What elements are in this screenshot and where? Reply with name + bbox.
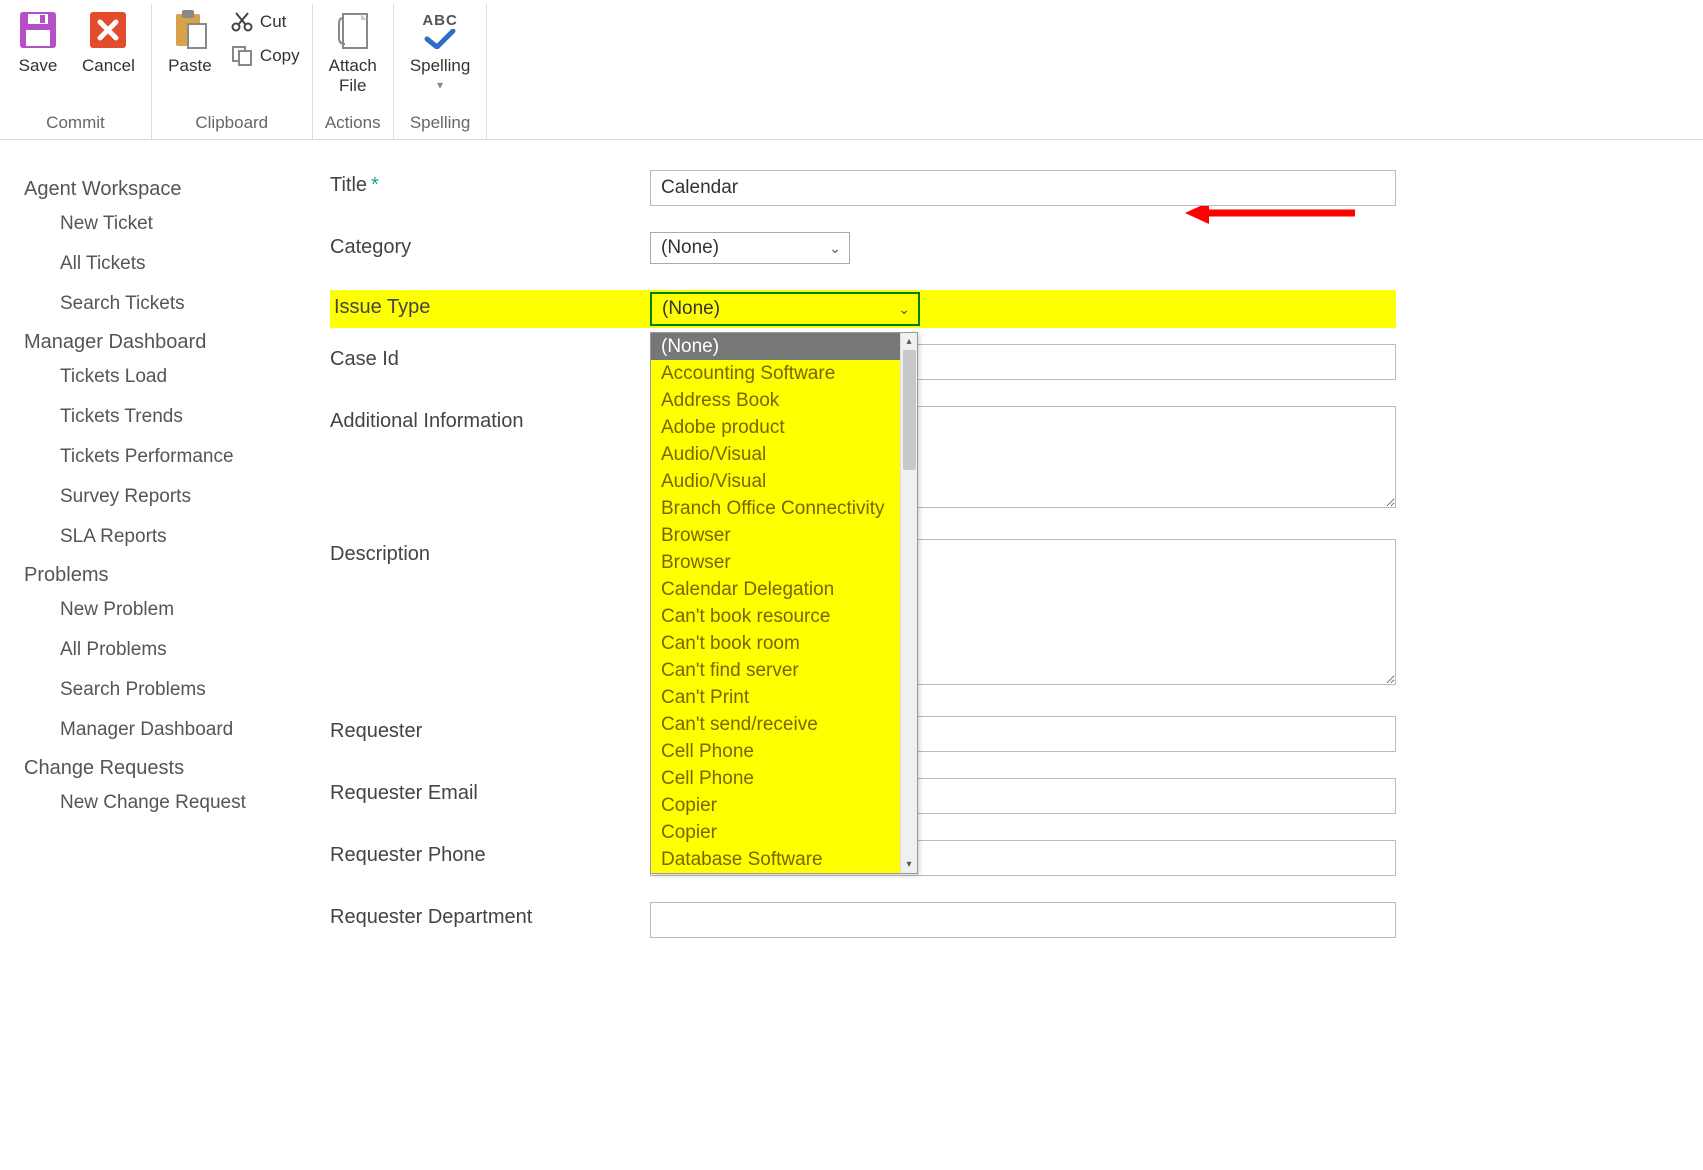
paste-icon	[168, 8, 212, 52]
dropdown-option[interactable]: Cell Phone	[651, 765, 917, 792]
ribbon-group-spelling: ABC Spelling ▾ Spelling	[394, 4, 488, 139]
label-description: Description	[330, 539, 650, 566]
ribbon-group-commit: Save Cancel Commit	[0, 4, 152, 139]
dropdown-option[interactable]: Adobe product	[651, 414, 917, 441]
nav-item-all-tickets[interactable]: All Tickets	[24, 247, 310, 281]
nav-item-sla-reports[interactable]: SLA Reports	[24, 520, 310, 554]
nav-item-search-tickets[interactable]: Search Tickets	[24, 287, 310, 321]
nav-item-tickets-trends[interactable]: Tickets Trends	[24, 400, 310, 434]
form-area: Title* Category (None) ⌄ Issue Type (Non…	[320, 140, 1420, 938]
dropdown-option[interactable]: Calendar Delegation	[651, 576, 917, 603]
label-requester: Requester	[330, 716, 650, 743]
select-category[interactable]: (None) ⌄	[650, 232, 850, 264]
ribbon-toolbar: Save Cancel Commit Paste	[0, 0, 1703, 140]
nav-item-tickets-load[interactable]: Tickets Load	[24, 360, 310, 394]
save-icon	[16, 8, 60, 52]
cancel-button[interactable]: Cancel	[74, 4, 143, 76]
ribbon-group-actions-label: Actions	[321, 109, 385, 135]
attach-file-icon	[331, 8, 375, 52]
sidebar-nav: Agent Workspace New Ticket All Tickets S…	[0, 140, 320, 938]
chevron-down-icon: ⌄	[829, 240, 841, 257]
dropdown-option[interactable]: Can't book resource	[651, 603, 917, 630]
scroll-down-icon[interactable]: ▾	[901, 856, 917, 873]
label-additional-info: Additional Information	[330, 406, 650, 433]
label-requester-email: Requester Email	[330, 778, 650, 805]
spelling-dropdown-caret[interactable]: ▾	[437, 78, 443, 92]
dropdown-option[interactable]: Browser	[651, 549, 917, 576]
dropdown-option[interactable]: Can't send/receive	[651, 711, 917, 738]
ribbon-group-actions: Attach File Actions	[313, 4, 394, 139]
select-issue-type[interactable]: (None) ⌄	[650, 292, 920, 326]
dropdown-option[interactable]: (None)	[651, 333, 917, 360]
input-title[interactable]	[650, 170, 1396, 206]
cut-icon	[230, 10, 254, 34]
dropdown-option[interactable]: Cell Phone	[651, 738, 917, 765]
nav-item-new-change-request[interactable]: New Change Request	[24, 786, 310, 820]
ribbon-group-commit-label: Commit	[8, 109, 143, 135]
dropdown-option[interactable]: Address Book	[651, 387, 917, 414]
nav-section-agent-workspace[interactable]: Agent Workspace	[24, 178, 310, 201]
nav-item-new-ticket[interactable]: New Ticket	[24, 207, 310, 241]
dropdown-option[interactable]: Audio/Visual	[651, 441, 917, 468]
attach-file-button[interactable]: Attach File	[321, 4, 385, 95]
dropdown-option[interactable]: Database Software	[651, 846, 917, 873]
nav-item-tickets-performance[interactable]: Tickets Performance	[24, 440, 310, 474]
nav-item-all-problems[interactable]: All Problems	[24, 633, 310, 667]
nav-item-search-problems[interactable]: Search Problems	[24, 673, 310, 707]
spelling-button[interactable]: ABC Spelling ▾	[402, 4, 479, 92]
ribbon-group-clipboard: Paste Cut Copy Clipboard	[152, 4, 313, 139]
dropdown-option[interactable]: Audio/Visual	[651, 468, 917, 495]
nav-section-manager-dashboard[interactable]: Manager Dashboard	[24, 331, 310, 354]
dropdown-option[interactable]: Can't find server	[651, 657, 917, 684]
copy-icon	[230, 44, 254, 68]
scroll-thumb[interactable]	[903, 350, 916, 470]
dropdown-option[interactable]: Can't book room	[651, 630, 917, 657]
copy-button[interactable]: Copy	[226, 42, 304, 70]
dropdown-option[interactable]: Copier	[651, 819, 917, 846]
dropdown-option[interactable]: Branch Office Connectivity	[651, 495, 917, 522]
spelling-icon: ABC	[418, 8, 462, 52]
label-category: Category	[330, 232, 650, 259]
cancel-icon	[86, 8, 130, 52]
input-requester-department[interactable]	[650, 902, 1396, 938]
dropdown-scrollbar[interactable]: ▴▾	[900, 333, 917, 873]
nav-section-problems[interactable]: Problems	[24, 564, 310, 587]
nav-item-manager-dashboard[interactable]: Manager Dashboard	[24, 713, 310, 747]
label-issue-type: Issue Type	[330, 292, 650, 319]
nav-section-change-requests[interactable]: Change Requests	[24, 757, 310, 780]
label-case-id: Case Id	[330, 344, 650, 371]
nav-item-new-problem[interactable]: New Problem	[24, 593, 310, 627]
ribbon-group-clipboard-label: Clipboard	[160, 109, 304, 135]
dropdown-option[interactable]: Accounting Software	[651, 360, 917, 387]
paste-button[interactable]: Paste	[160, 4, 220, 76]
dropdown-option[interactable]: Can't Print	[651, 684, 917, 711]
ribbon-group-spelling-label: Spelling	[402, 109, 479, 135]
label-requester-department: Requester Department	[330, 902, 650, 929]
dropdown-option[interactable]: Browser	[651, 522, 917, 549]
save-button[interactable]: Save	[8, 4, 68, 76]
chevron-down-icon: ⌄	[898, 301, 910, 318]
issue-type-dropdown[interactable]: (None)Accounting SoftwareAddress BookAdo…	[650, 332, 918, 874]
nav-item-survey-reports[interactable]: Survey Reports	[24, 480, 310, 514]
cut-button[interactable]: Cut	[226, 8, 304, 36]
label-requester-phone: Requester Phone	[330, 840, 650, 867]
scroll-up-icon[interactable]: ▴	[901, 333, 917, 350]
dropdown-option[interactable]: Copier	[651, 792, 917, 819]
label-title: Title*	[330, 170, 650, 197]
